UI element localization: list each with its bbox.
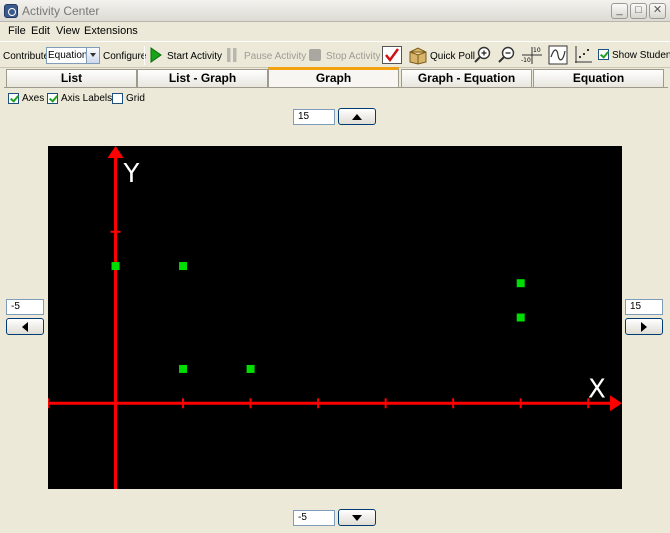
window-tick-bottom: -10: [521, 57, 531, 64]
arrow-up-icon: [352, 113, 362, 120]
grid-label: Grid: [126, 93, 145, 104]
arrow-right-icon: [641, 321, 647, 332]
data-point: [179, 364, 188, 373]
ymin-down-button[interactable]: [338, 509, 376, 526]
arrow-down-icon: [352, 514, 362, 521]
graph-canvas[interactable]: XY: [48, 146, 622, 489]
tab-graph-equation[interactable]: Graph - Equation: [401, 69, 532, 87]
view-tabs: List List - Graph Graph Graph - Equation…: [4, 67, 668, 88]
configure-button[interactable]: Configure: [103, 51, 146, 62]
axis-labels-checkbox[interactable]: [47, 93, 58, 104]
quick-poll-button[interactable]: Quick Poll: [430, 51, 475, 62]
tab-list[interactable]: List: [6, 69, 137, 87]
data-point: [111, 262, 120, 271]
play-icon[interactable]: [150, 47, 162, 63]
pause-activity-button[interactable]: Pause Activity: [244, 51, 306, 62]
x-axis-label: X: [588, 374, 606, 404]
axes-label: Axes: [22, 93, 45, 104]
window-settings-icon[interactable]: 10 -10: [521, 45, 543, 65]
data-point: [516, 279, 525, 288]
xmin-left-button[interactable]: [6, 318, 44, 335]
graph-view-icon[interactable]: [548, 45, 568, 65]
ymin-field[interactable]: -5: [293, 510, 335, 526]
xmin-field[interactable]: -5: [6, 299, 44, 315]
menu-view[interactable]: View: [56, 25, 80, 37]
axis-labels-label: Axis Labels: [61, 93, 113, 104]
scatter-plot: XY: [48, 146, 622, 489]
show-student-label: Show Student: [612, 50, 670, 61]
tab-graph[interactable]: Graph: [268, 67, 399, 88]
toolbar: Contribute: Equations Configure Start Ac…: [0, 41, 670, 68]
contribute-label: Contribute:: [3, 51, 52, 62]
axes-checkbox[interactable]: [8, 93, 19, 104]
close-button[interactable]: ✕: [649, 3, 666, 19]
pause-icon: [227, 48, 237, 62]
minimize-button[interactable]: _: [611, 3, 628, 19]
xmax-field[interactable]: 15: [625, 299, 663, 315]
menu-extensions[interactable]: Extensions: [84, 25, 138, 37]
data-point: [246, 364, 255, 373]
window-tick-top: 10: [533, 47, 541, 54]
checkmark-icon[interactable]: [382, 46, 402, 64]
stop-icon: [309, 49, 321, 61]
tab-list-graph[interactable]: List - Graph: [137, 69, 268, 87]
title-bar: Activity Center _ □ ✕: [0, 0, 670, 22]
tab-divider: [4, 87, 668, 88]
app-icon: [4, 4, 18, 18]
stop-activity-button[interactable]: Stop Activity: [326, 51, 380, 62]
chevron-down-icon[interactable]: [86, 48, 99, 63]
zoom-in-icon[interactable]: [474, 46, 492, 64]
ymax-up-button[interactable]: [338, 108, 376, 125]
scatter-plot-icon[interactable]: [573, 45, 593, 65]
quick-poll-icon[interactable]: [408, 45, 428, 65]
y-axis-label: Y: [123, 159, 140, 189]
data-point: [179, 262, 188, 271]
toolbar-separator: [144, 46, 145, 65]
contribute-select[interactable]: Equations: [46, 47, 100, 64]
grid-checkbox[interactable]: [112, 93, 123, 104]
menu-file[interactable]: File: [8, 25, 26, 37]
data-point: [516, 313, 525, 322]
zoom-out-icon[interactable]: [498, 46, 516, 64]
menu-edit[interactable]: Edit: [31, 25, 50, 37]
start-activity-button[interactable]: Start Activity: [167, 51, 222, 62]
window-title: Activity Center: [22, 4, 100, 18]
menu-bar: File Edit View Extensions: [0, 22, 670, 40]
y-axis-arrow: [107, 146, 124, 158]
xmax-right-button[interactable]: [625, 318, 663, 335]
arrow-left-icon: [22, 321, 28, 332]
ymax-field[interactable]: 15: [293, 109, 335, 125]
show-student-checkbox[interactable]: [598, 49, 609, 60]
x-axis-arrow: [610, 395, 622, 412]
maximize-button[interactable]: □: [630, 3, 647, 19]
tab-equation[interactable]: Equation: [533, 69, 664, 87]
